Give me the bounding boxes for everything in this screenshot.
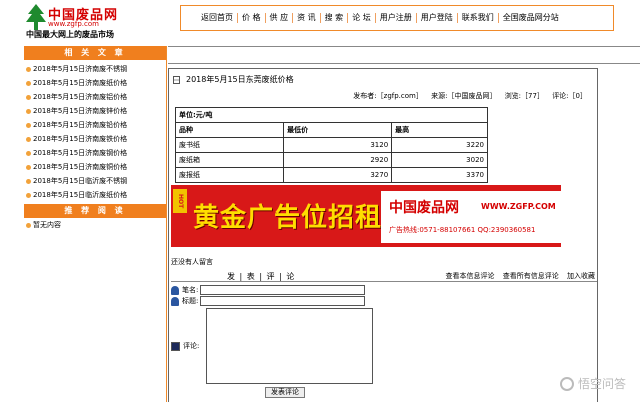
view-article-comments-link[interactable]: 查看本信息评论 <box>446 272 495 280</box>
bullet-icon <box>26 150 31 156</box>
nav-price[interactable]: 价 格 <box>238 13 266 23</box>
nav-substations[interactable]: 全国废品网分站 <box>499 13 563 23</box>
nav-supply[interactable]: 供 应 <box>266 13 294 23</box>
nav-login[interactable]: 用户登陆 <box>417 13 458 23</box>
table-header-row: 品种 最低价 最高 <box>174 122 488 138</box>
banner-headline: 黄金广告位招租 <box>193 203 383 233</box>
related-article-item[interactable]: 2018年5月15日济南废不锈钢 <box>24 62 166 76</box>
banner-brand: 中国废品网 <box>389 200 459 216</box>
price-table: 单位:元/吨 品种 最低价 最高 废书纸 3120 3220 废纸箱 2920 … <box>174 107 488 183</box>
related-article-item[interactable]: 2018年5月15日济南废铁价格 <box>24 132 166 146</box>
related-article-item[interactable]: 2018年5月15日临沂废纸价格 <box>24 188 166 202</box>
divider <box>171 281 597 282</box>
table-row: 废纸箱 2920 3020 <box>174 152 488 168</box>
note-icon <box>171 341 180 351</box>
nav-search[interactable]: 搜 索 <box>321 13 349 23</box>
bullet-icon <box>26 94 31 100</box>
bullet-icon <box>26 66 31 72</box>
related-articles-list: 2018年5月15日济南废不锈钢 2018年5月15日济南废纸价格 2018年5… <box>24 60 166 202</box>
title-input[interactable] <box>200 296 366 306</box>
bullet-icon <box>26 178 31 184</box>
related-article-item[interactable]: 2018年5月15日临沂废不锈钢 <box>24 174 166 188</box>
article-panel: 2018年5月15日东莞废纸价格 发布者:［zgfp.com］ 来源:［中国废品… <box>168 68 598 402</box>
bullet-icon <box>26 136 31 142</box>
name-label: 笔名: <box>182 286 199 294</box>
view-count: 浏览:［77］ <box>504 92 544 100</box>
related-article-item[interactable]: 2018年5月15日济南废铅价格 <box>24 118 166 132</box>
comment-label-row: 评论: <box>171 341 199 351</box>
bullet-icon <box>26 192 31 198</box>
comment-links: 查看本信息评论 查看所有信息评论 加入收藏 <box>440 271 595 281</box>
column-header: 最低价 <box>283 122 393 138</box>
title-label: 标题: <box>182 297 199 305</box>
related-article-item[interactable]: 2018年5月15日济南废锌价格 <box>24 104 166 118</box>
submit-comment-button[interactable]: 发表评论 <box>265 387 305 398</box>
comment-textarea[interactable] <box>206 308 373 384</box>
bullet-icon <box>26 222 31 228</box>
table-row: 废报纸 3270 3370 <box>174 167 488 183</box>
watermark-logo-icon <box>559 376 574 391</box>
related-article-item[interactable]: 2018年5月15日济南废铝价格 <box>24 90 166 104</box>
name-row: 笔名: <box>171 285 366 295</box>
view-all-comments-link[interactable]: 查看所有信息评论 <box>503 272 559 280</box>
recommended-item: 暂无内容 <box>24 218 166 232</box>
document-icon <box>173 75 180 84</box>
banner-contact: 广告热线:0571-88107661 QQ:2390360581 <box>389 226 536 234</box>
bullet-icon <box>26 122 31 128</box>
related-articles-header: 相 关 文 章 <box>24 46 166 60</box>
article-meta: 发布者:［zgfp.com］ 来源:［中国废品网］ 浏览:［77］ 评论:［0］ <box>347 91 587 101</box>
banner-url: WWW.ZGFP.COM <box>481 202 556 211</box>
nav-contact[interactable]: 联系我们 <box>458 13 499 23</box>
bullet-icon <box>26 164 31 170</box>
name-input[interactable] <box>200 285 366 295</box>
user-icon <box>171 285 179 295</box>
user-icon <box>171 296 179 306</box>
related-article-item[interactable]: 2018年5月15日济南废钢价格 <box>24 146 166 160</box>
table-row: 废书纸 3120 3220 <box>174 137 488 153</box>
recommended-reading-header: 推 荐 阅 读 <box>24 204 166 218</box>
add-favorite-link[interactable]: 加入收藏 <box>567 272 595 280</box>
publisher: 发布者:［zgfp.com］ <box>353 92 423 100</box>
related-article-item[interactable]: 2018年5月15日济南废纸价格 <box>24 76 166 90</box>
left-sidebar: 相 关 文 章 2018年5月15日济南废不锈钢 2018年5月15日济南废纸价… <box>24 46 167 402</box>
brand-url: www.zgfp.com <box>48 20 99 28</box>
watermark: 悟空问答 <box>559 375 626 392</box>
no-comment-text: 还没有人留言 <box>171 258 213 266</box>
nav-register[interactable]: 用户注册 <box>376 13 417 23</box>
content-top-bar <box>168 46 640 64</box>
article-title: 2018年5月15日东莞废纸价格 <box>173 74 294 85</box>
nav-home[interactable]: 返回首页 <box>197 13 238 23</box>
column-header: 品种 <box>174 122 285 138</box>
title-row: 标题: <box>171 296 366 306</box>
bullet-icon <box>26 80 31 86</box>
hot-badge: HOT <box>173 189 187 213</box>
nav-news[interactable]: 资 讯 <box>293 13 321 23</box>
unit-label: 单位:元/吨 <box>175 107 488 123</box>
column-header: 最高 <box>391 122 488 138</box>
comment-label: 评论: <box>183 342 200 350</box>
source: 来源:［中国废品网］ <box>431 92 497 100</box>
banner-brand-panel: 中国废品网 WWW.ZGFP.COM 广告热线:0571-88107661 QQ… <box>381 191 561 243</box>
top-navigation: 返回首页 价 格 供 应 资 讯 搜 索 论 坛 用户注册 用户登陆 联系我们 … <box>180 5 614 31</box>
ad-banner[interactable]: HOT 黄金广告位招租 中国废品网 WWW.ZGFP.COM 广告热线:0571… <box>171 185 561 247</box>
site-slogan: 中国最大网上的废品市场 <box>26 30 114 39</box>
tree-icon <box>26 4 46 30</box>
related-article-item[interactable]: 2018年5月15日济南废铜价格 <box>24 160 166 174</box>
comment-count: 评论:［0］ <box>552 92 587 100</box>
nav-forum[interactable]: 论 坛 <box>348 13 376 23</box>
bullet-icon <box>26 108 31 114</box>
